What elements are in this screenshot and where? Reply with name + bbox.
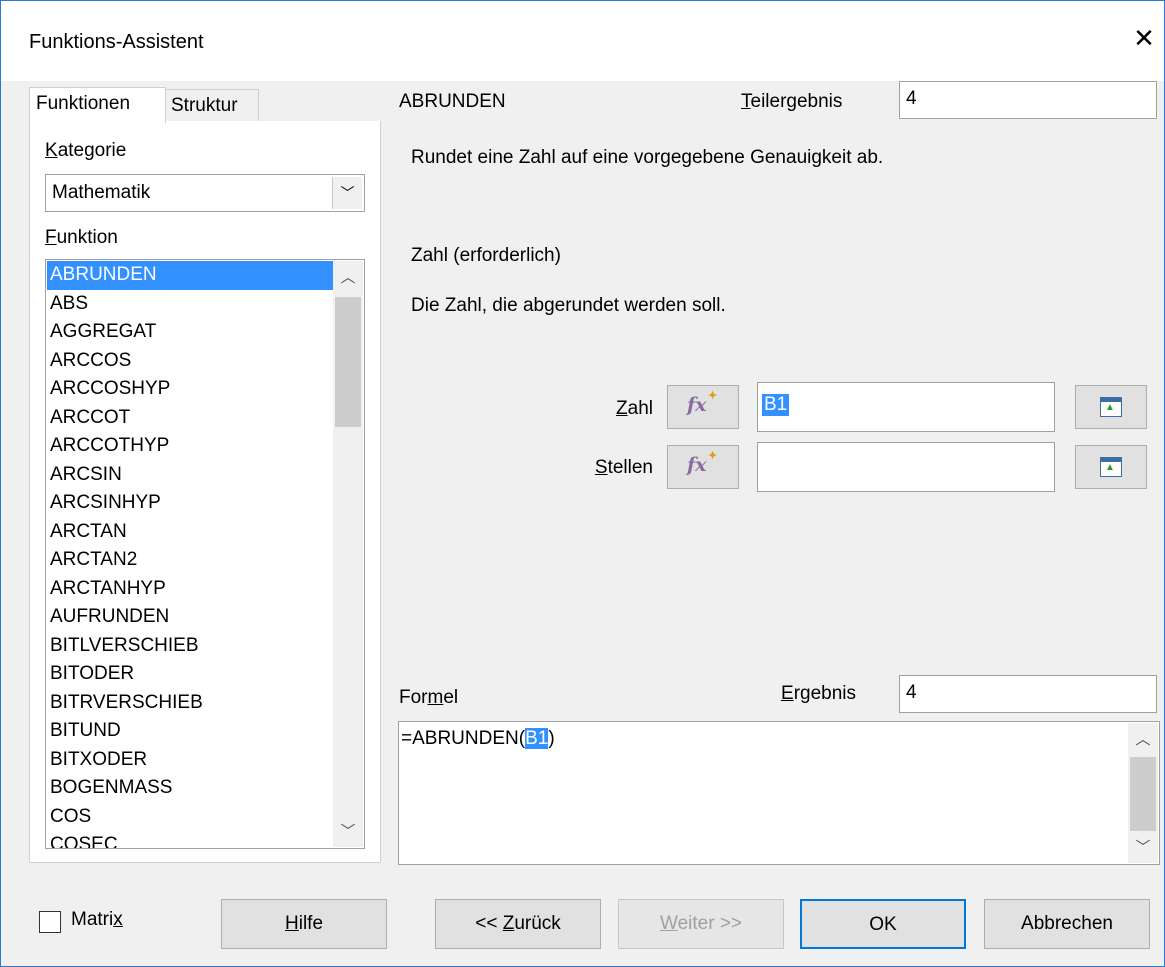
function-list-item[interactable]: ABRUNDEN (47, 261, 333, 290)
argument-description: Die Zahl, die abgerundet werden soll. (411, 295, 726, 316)
function-list-item[interactable]: ABS (47, 290, 333, 319)
fx-button-stellen[interactable]: fx ✦ (667, 445, 739, 489)
arg-label-stellen: Stellen (594, 457, 653, 478)
function-list-items: ABRUNDEN ABS AGGREGAT ARCCOS ARCCOSHYP ARCCOT… (47, 261, 333, 848)
shrink-button-stellen[interactable] (1075, 445, 1147, 489)
function-list-item[interactable]: BITRVERSCHIEB (47, 689, 333, 718)
arg-label-zahl: Zahl (616, 398, 653, 419)
formula-text: =ABRUNDEN(B1) (401, 728, 555, 749)
function-list-item[interactable]: ARCCOT (47, 404, 333, 433)
scrollbar-thumb[interactable] (335, 297, 361, 427)
title-bar: Funktions-Assistent ✕ (1, 1, 1164, 81)
shrink-icon (1100, 397, 1122, 417)
function-list-item[interactable]: COS (47, 803, 333, 832)
cancel-button[interactable]: Abbrechen (984, 899, 1150, 949)
category-label: Kategorie (45, 140, 127, 161)
function-list-item[interactable]: BITLVERSCHIEB (47, 632, 333, 661)
function-list-label: Funktion (45, 227, 118, 248)
shrink-icon (1100, 457, 1122, 477)
function-list-item[interactable]: ARCTANHYP (47, 575, 333, 604)
function-list-item[interactable]: ARCCOS (47, 347, 333, 376)
matrix-label[interactable]: Matrix (71, 909, 123, 931)
matrix-checkbox[interactable] (39, 911, 61, 933)
argument-name: Zahl (erforderlich) (411, 245, 561, 266)
scroll-down-icon[interactable]: ﹀ (1128, 833, 1158, 863)
function-list-item[interactable]: BITXODER (47, 746, 333, 775)
function-list-item[interactable]: AGGREGAT (47, 318, 333, 347)
formel-label: Formel (399, 687, 459, 708)
tab-funktionen[interactable]: Funktionen (29, 87, 166, 123)
function-list-item[interactable]: ARCTAN2 (47, 546, 333, 575)
shrink-button-zahl[interactable] (1075, 385, 1147, 429)
window-title: Funktions-Assistent (29, 31, 204, 53)
back-button[interactable]: << Zurück (435, 899, 601, 949)
scroll-up-icon[interactable]: ︿ (333, 263, 363, 293)
function-wizard-dialog: Funktions-Assistent ✕ Funktionen Struktu… (0, 0, 1165, 967)
formula-editor[interactable]: =ABRUNDEN(B1) ︿ ﹀ (398, 721, 1160, 865)
ergebnis-label: Ergebnis (781, 683, 857, 704)
function-list-item[interactable]: ARCSINHYP (47, 489, 333, 518)
function-list-item[interactable]: ARCTAN (47, 518, 333, 547)
arg-input-stellen[interactable] (757, 442, 1055, 492)
close-icon[interactable]: ✕ (1129, 23, 1159, 53)
category-select[interactable]: Mathematik ﹀ (45, 174, 365, 212)
ok-button[interactable]: OK (800, 899, 966, 949)
function-list-item[interactable]: ARCCOSHYP (47, 375, 333, 404)
function-list-scrollbar[interactable]: ︿ ﹀ (333, 261, 363, 847)
teilergebnis-field: 4 (899, 81, 1157, 119)
ergebnis-field: 4 (899, 675, 1157, 713)
arg-input-zahl[interactable]: B1 (757, 382, 1055, 432)
formula-scrollbar[interactable]: ︿ ﹀ (1128, 723, 1158, 863)
scrollbar-thumb[interactable] (1130, 757, 1156, 831)
function-list-item[interactable]: ARCSIN (47, 461, 333, 490)
fx-icon: fx (687, 454, 707, 476)
scroll-up-icon[interactable]: ︿ (1128, 725, 1158, 755)
function-list-item[interactable]: BOGENMASS (47, 774, 333, 803)
tab-struktur[interactable]: Struktur (164, 89, 259, 121)
function-list-item[interactable]: BITODER (47, 660, 333, 689)
function-list[interactable]: ABRUNDEN ABS AGGREGAT ARCCOS ARCCOSHYP ARCCOT… (45, 259, 365, 849)
function-name: ABRUNDEN (399, 91, 506, 112)
chevron-down-icon[interactable]: ﹀ (332, 177, 362, 209)
function-list-item[interactable]: ARCCOTHYP (47, 432, 333, 461)
teilergebnis-label: Teilergebnis (741, 91, 843, 112)
function-list-item[interactable]: COSEC (47, 831, 333, 848)
help-button[interactable]: Hilfe (221, 899, 387, 949)
function-list-item[interactable]: AUFRUNDEN (47, 603, 333, 632)
scroll-down-icon[interactable]: ﹀ (333, 817, 363, 847)
function-description: Rundet eine Zahl auf eine vorgegebene Ge… (411, 147, 884, 168)
function-list-item[interactable]: BITUND (47, 717, 333, 746)
next-button[interactable]: Weiter >> (618, 899, 784, 949)
fx-icon: fx (687, 394, 707, 416)
arg-value-zahl: B1 (762, 394, 790, 416)
category-value: Mathematik (52, 182, 151, 203)
fx-button-zahl[interactable]: fx ✦ (667, 385, 739, 429)
